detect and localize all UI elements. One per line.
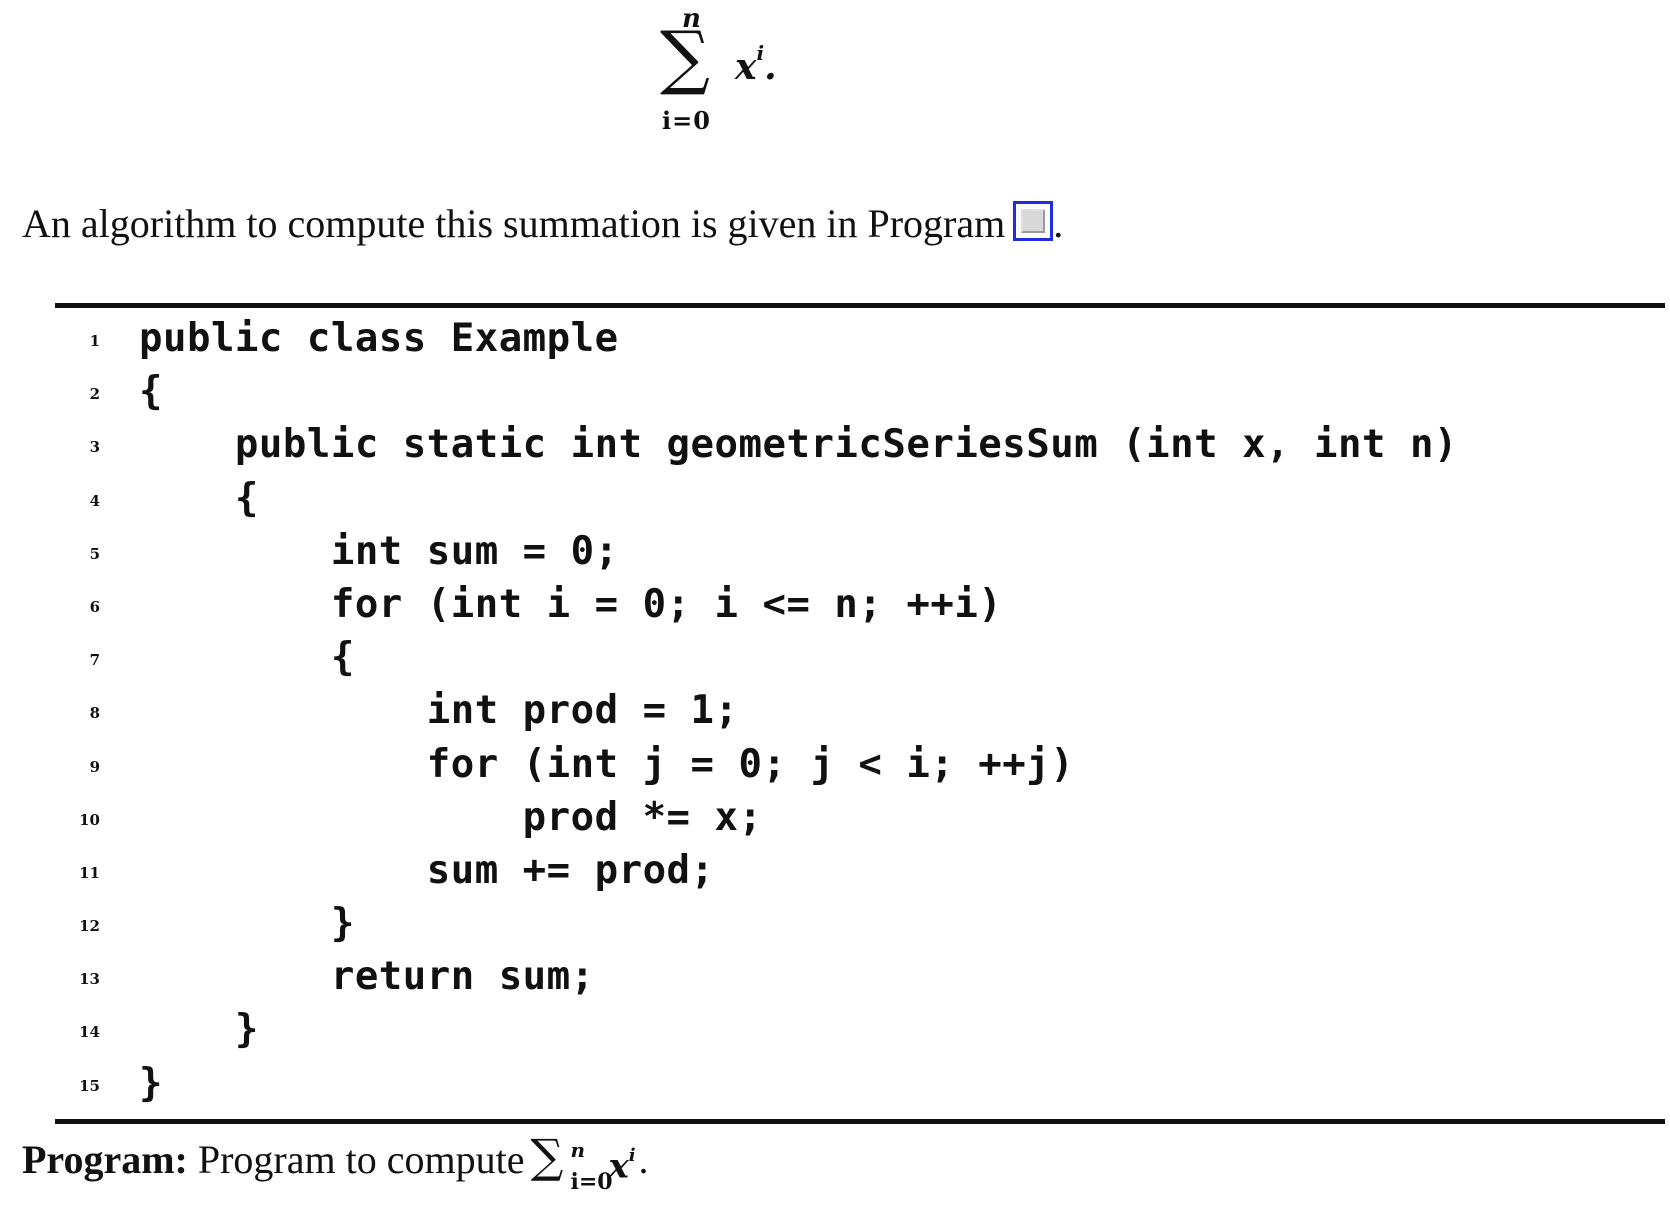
caption-lower-limit: i=0 bbox=[570, 1169, 613, 1195]
line-number: 15 bbox=[79, 1076, 100, 1095]
line-number: 12 bbox=[79, 917, 100, 936]
line-number: 5 bbox=[89, 544, 100, 563]
code-line: 1 public class Example bbox=[55, 312, 1665, 365]
equation-period: . bbox=[764, 46, 777, 88]
sum-term: xi. bbox=[735, 41, 777, 88]
program-listing: 1 public class Example 2{3 public static i… bbox=[55, 312, 1665, 1110]
code-line: 9 for (int j = 0; j < i; ++j) bbox=[55, 738, 1665, 791]
line-code: { bbox=[139, 635, 355, 681]
code-line: 15} bbox=[55, 1057, 1665, 1110]
line-number: 7 bbox=[89, 651, 100, 670]
caption-sum-term: xi bbox=[608, 1135, 635, 1191]
line-number: 11 bbox=[79, 863, 100, 882]
line-code: { bbox=[139, 369, 163, 415]
line-code: prod *= x; bbox=[139, 794, 763, 840]
code-line: 12 } bbox=[55, 897, 1665, 950]
line-code: int prod = 1; bbox=[139, 688, 739, 734]
caption-label: Program: bbox=[22, 1137, 188, 1182]
caption-term-exponent: i bbox=[628, 1145, 636, 1166]
program-caption: Program: Program to compute ∑ n i=0 xi. bbox=[22, 1131, 649, 1195]
line-code: public static int geometricSeriesSum (in… bbox=[139, 422, 1458, 468]
display-equation: n ∑ i=0 xi. bbox=[660, 4, 810, 135]
code-line: 13 return sum; bbox=[55, 950, 1665, 1003]
line-code: for (int j = 0; j < i; ++j) bbox=[139, 741, 1075, 787]
code-line: 14 } bbox=[55, 1003, 1665, 1056]
line-code: } bbox=[139, 1060, 163, 1106]
line-number: 9 bbox=[89, 757, 100, 776]
line-code: return sum; bbox=[139, 954, 595, 1000]
code-line: 10 prod *= x; bbox=[55, 791, 1665, 844]
code-line: 8 int prod = 1; bbox=[55, 684, 1665, 737]
line-code: for (int i = 0; i <= n; ++i) bbox=[139, 581, 1003, 627]
line-number: 13 bbox=[79, 970, 100, 989]
caption-sigma-symbol: ∑ bbox=[530, 1129, 564, 1183]
line-code: } bbox=[139, 1007, 259, 1053]
line-number: 4 bbox=[89, 491, 100, 510]
caption-period: . bbox=[638, 1137, 649, 1182]
code-line: 3 public static int geometricSeriesSum (… bbox=[55, 418, 1665, 471]
caption-text: Program to compute bbox=[197, 1137, 525, 1182]
code-line: 4 { bbox=[55, 472, 1665, 525]
caption-term-base: x bbox=[608, 1146, 629, 1187]
line-number: 1 bbox=[89, 332, 100, 350]
code-line: 7 { bbox=[55, 631, 1665, 684]
program-reference-link-icon[interactable] bbox=[1013, 201, 1054, 241]
line-number: 2 bbox=[89, 385, 100, 404]
sum-lower-limit: i=0 bbox=[662, 106, 711, 135]
line-number: 6 bbox=[89, 597, 100, 616]
intro-text: An algorithm to compute this summation i… bbox=[22, 201, 1006, 246]
line-number: 3 bbox=[89, 438, 100, 457]
sum-term-exponent: i bbox=[756, 41, 765, 65]
listing-bottom-rule bbox=[55, 1119, 1665, 1124]
line-code: } bbox=[139, 901, 355, 947]
line-code: public class Example bbox=[139, 316, 619, 361]
line-code: int sum = 0; bbox=[139, 528, 619, 574]
code-line: 6 for (int i = 0; i <= n; ++i) bbox=[55, 578, 1665, 631]
line-code: sum += prod; bbox=[139, 847, 715, 893]
sigma-symbol: ∑ bbox=[660, 16, 710, 98]
line-number: 10 bbox=[79, 810, 100, 829]
line-number: 8 bbox=[89, 704, 100, 723]
intro-paragraph: An algorithm to compute this summation i… bbox=[22, 200, 1063, 248]
code-line: 5 int sum = 0; bbox=[55, 525, 1665, 578]
code-line: 11 sum += prod; bbox=[55, 844, 1665, 897]
caption-inline-sum: ∑ n i=0 xi bbox=[530, 1131, 638, 1195]
line-number: 14 bbox=[79, 1023, 100, 1042]
sum-term-base: x bbox=[735, 46, 757, 88]
code-line: 2{ bbox=[55, 365, 1665, 418]
listing-top-rule bbox=[55, 303, 1665, 308]
line-code: { bbox=[139, 475, 259, 521]
intro-period: . bbox=[1053, 201, 1064, 246]
